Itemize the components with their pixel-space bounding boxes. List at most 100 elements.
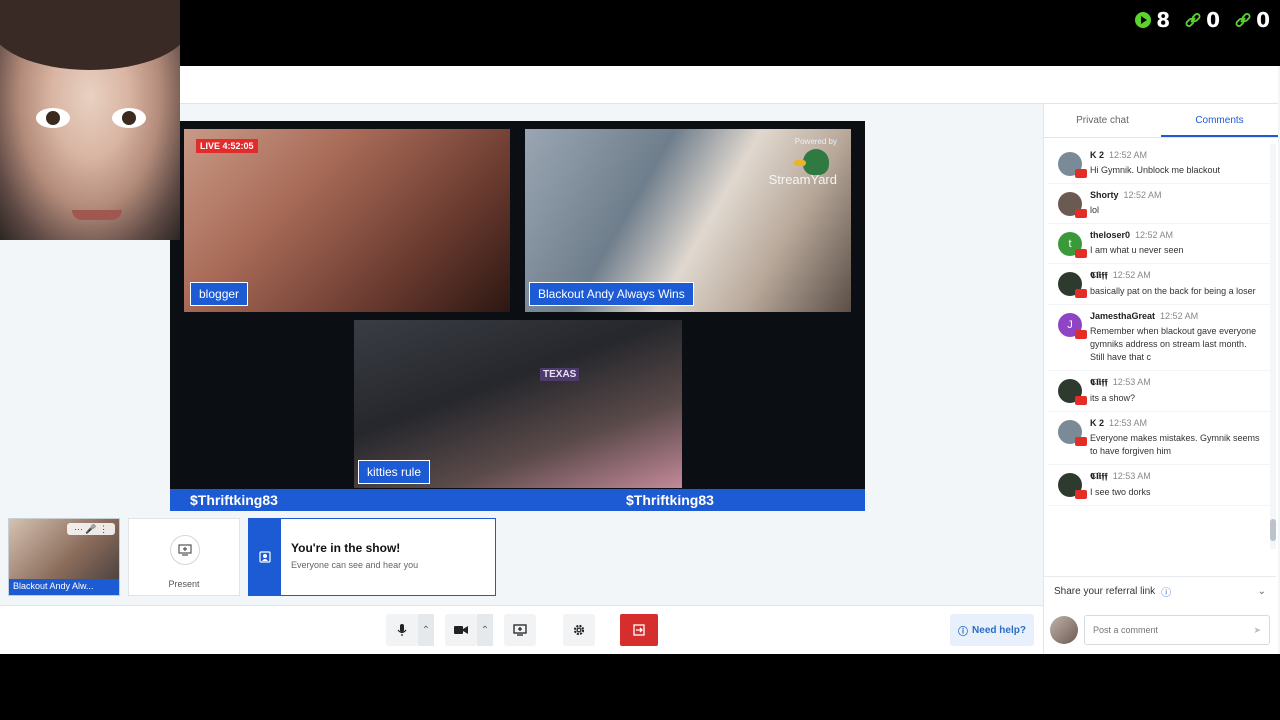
- comment-header: 𝕮𝖑𝖎𝖋𝖋 12:53 AM: [1090, 377, 1262, 388]
- comment-header: 𝕮𝖑𝖎𝖋𝖋 12:52 AM: [1090, 270, 1262, 281]
- need-help-button[interactable]: ⓘ Need help?: [950, 614, 1034, 646]
- scrollbar-thumb[interactable]: [1270, 519, 1276, 541]
- links-counter-2: 0: [1234, 8, 1270, 32]
- avatar-initial: t: [1068, 238, 1072, 250]
- webcam-mouth: [72, 210, 122, 220]
- comment-author: JamesthaGreat: [1090, 311, 1156, 321]
- avatar: [1058, 379, 1087, 405]
- comment-header: Shorty 12:52 AM: [1090, 190, 1262, 200]
- comment-time: 12:53 AM: [1112, 377, 1151, 387]
- chat-tabs: Private chat Comments: [1044, 104, 1278, 138]
- post-comment-field[interactable]: ➤: [1084, 615, 1270, 645]
- comments-scrollbar[interactable]: [1270, 144, 1276, 549]
- links-counter-1: 0: [1184, 8, 1220, 32]
- comment-author: 𝕮𝖑𝖎𝖋𝖋: [1090, 377, 1108, 387]
- link-icon: [1185, 13, 1201, 27]
- self-preview-thumb[interactable]: ··· 🎤 ⋮ Blackout Andy Alw...: [8, 518, 120, 596]
- leave-studio-button[interactable]: [620, 614, 658, 646]
- chevron-down-icon: ⌄: [1257, 586, 1266, 597]
- settings-control: [563, 614, 595, 646]
- on-show-card: You're in the show! Everyone can see and…: [248, 518, 496, 596]
- ticker-text-right: $Thriftking83: [626, 492, 714, 508]
- post-comment-input[interactable]: [1093, 625, 1254, 635]
- participant-tile-blogger[interactable]: LIVE 4:52:05 blogger: [184, 129, 510, 312]
- comment-time: 12:52 AM: [1112, 270, 1151, 280]
- settings-button[interactable]: [563, 614, 595, 646]
- youtube-icon: [1075, 169, 1087, 178]
- control-bar: ⌃ ⌃ ⓘ Need help?: [0, 605, 1043, 654]
- help-circle-icon: ⓘ: [958, 626, 969, 638]
- webcam-overlay: [0, 0, 180, 240]
- comment-text: Remember when blackout gave everyone gym…: [1090, 326, 1257, 362]
- exit-icon: [633, 624, 645, 636]
- present-button[interactable]: Present: [128, 518, 240, 596]
- present-label: Present: [168, 579, 200, 589]
- comment-time: 12:52 AM: [1109, 150, 1148, 160]
- links-count-1: 0: [1206, 8, 1221, 32]
- comment-item: J JamesthaGreat 12:52 AM Remember when blac…: [1048, 305, 1272, 371]
- comment-time: 12:53 AM: [1109, 418, 1148, 428]
- participant-tile-andy[interactable]: Powered by StreamYard Blackout Andy Alwa…: [525, 129, 851, 312]
- comment-time: 12:53 AM: [1112, 471, 1151, 481]
- powered-by-text: Powered by: [794, 137, 837, 146]
- bottom-tiles: ··· 🎤 ⋮ Blackout Andy Alw... Present You…: [8, 518, 496, 596]
- webcam-hair: [0, 0, 180, 70]
- comment-time: 12:52 AM: [1135, 230, 1174, 240]
- comment-author: 𝕮𝖑𝖎𝖋𝖋: [1090, 270, 1108, 280]
- name-tag: Blackout Andy Always Wins: [529, 282, 694, 306]
- top-bar: 8 0 0: [0, 0, 1280, 66]
- comment-header: theloser0 12:52 AM: [1090, 230, 1262, 240]
- youtube-icon: [1075, 249, 1087, 258]
- youtube-icon: [1075, 289, 1087, 298]
- comment-header: K 2 12:53 AM: [1090, 418, 1262, 428]
- play-icon: [1135, 12, 1152, 28]
- texas-sign: TEXAS: [540, 368, 580, 381]
- comment-item: t theloser0 12:52 AM I am what u never seen: [1048, 224, 1272, 264]
- avatar: J: [1058, 313, 1087, 339]
- referral-link-row[interactable]: Share your referral link ⓘ ⌄: [1044, 576, 1276, 606]
- stream-counters: 8 0 0: [1134, 8, 1270, 32]
- comment-header: JamesthaGreat 12:52 AM: [1090, 311, 1262, 321]
- person-card-icon: [249, 519, 281, 595]
- bottom-bar: [0, 654, 1280, 720]
- mic-control: ⌃: [386, 614, 434, 646]
- mic-options-caret[interactable]: ⌃: [418, 614, 434, 646]
- youtube-icon: [1075, 209, 1087, 218]
- on-show-title: You're in the show!: [291, 541, 401, 555]
- views-count: 8: [1156, 8, 1171, 32]
- thumb-label: Blackout Andy Alw...: [9, 579, 119, 595]
- microphone-button[interactable]: [386, 614, 418, 646]
- name-tag: kitties rule: [358, 460, 431, 484]
- comment-author: theloser0: [1090, 230, 1131, 240]
- avatar: [1058, 420, 1087, 446]
- comment-text: I see two dorks: [1090, 487, 1151, 497]
- comment-text: its a show?: [1090, 393, 1136, 403]
- camera-button[interactable]: [445, 614, 477, 646]
- studio-app: LIVE 4:52:05 blogger Powered by StreamYa…: [0, 66, 1280, 654]
- links-count-2: 0: [1256, 8, 1270, 32]
- tab-private-chat[interactable]: Private chat: [1044, 104, 1161, 137]
- tab-comments[interactable]: Comments: [1161, 104, 1278, 137]
- comment-item: K 2 12:52 AM Hi Gymnik. Unblock me blackou…: [1048, 144, 1272, 184]
- comment-text: Hi Gymnik. Unblock me blackout: [1090, 165, 1221, 175]
- streamyard-logo: StreamYard: [768, 172, 837, 187]
- camera-options-caret[interactable]: ⌃: [477, 614, 493, 646]
- comment-item: K 2 12:53 AM Everyone makes mistakes. Gymn…: [1048, 412, 1272, 465]
- link-icon: [1235, 13, 1251, 27]
- comment-time: 12:52 AM: [1160, 311, 1199, 321]
- comment-item: 𝕮𝖑𝖎𝖋𝖋 12:52 AM basically pat on the back f…: [1048, 264, 1272, 305]
- webcam-eye-right: [112, 108, 146, 128]
- app-header: [180, 66, 1278, 104]
- ticker-text-left: $Thriftking83: [190, 492, 278, 508]
- ticker-banner: $Thriftking83 $Thriftking83: [170, 489, 865, 511]
- avatar: [1050, 616, 1078, 644]
- send-icon[interactable]: ➤: [1253, 625, 1261, 636]
- participant-tile-kitties[interactable]: TEXAS kitties rule: [354, 320, 682, 488]
- comment-time: 12:52 AM: [1123, 190, 1162, 200]
- avatar: t: [1058, 232, 1087, 258]
- avatar-initial: J: [1067, 319, 1073, 331]
- thumb-controls[interactable]: ··· 🎤 ⋮: [67, 523, 115, 535]
- share-screen-button[interactable]: [504, 614, 536, 646]
- chat-panel: Private chat Comments K 2 12:52 AM Hi Gymn…: [1043, 104, 1278, 654]
- comment-item: Shorty 12:52 AM lol: [1048, 184, 1272, 224]
